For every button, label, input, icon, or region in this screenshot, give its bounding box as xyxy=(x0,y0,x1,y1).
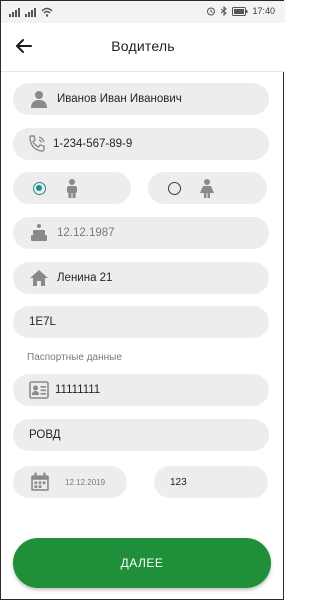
status-time: 17:40 xyxy=(252,6,275,16)
phone-icon xyxy=(29,135,45,152)
passport-number-field[interactable]: 11111111 xyxy=(13,374,269,406)
full-name-value: Иванов Иван Иванович xyxy=(57,93,182,105)
passport-number-value: 11111111 xyxy=(55,384,101,396)
alarm-icon xyxy=(207,7,216,16)
issued-by-field[interactable]: РОВД xyxy=(13,419,269,451)
status-left xyxy=(9,7,53,17)
wifi-icon xyxy=(41,7,53,17)
gender-male-option[interactable] xyxy=(13,172,131,204)
id-card-icon xyxy=(29,381,49,399)
code-field[interactable]: 1E7L xyxy=(13,306,269,338)
next-button-label: ДАЛЕЕ xyxy=(120,556,164,570)
status-right: 17:40 xyxy=(206,6,275,16)
signal-icon xyxy=(9,8,20,17)
gender-female-option[interactable] xyxy=(148,172,267,204)
issue-code-value: 123 xyxy=(170,476,187,488)
phone-value: 1-234-567-89-9 xyxy=(53,138,133,150)
full-name-field[interactable]: Иванов Иван Иванович xyxy=(13,83,269,115)
issue-date-value: 12.12.2019 xyxy=(65,477,106,487)
code-value: 1E7L xyxy=(29,316,56,328)
address-value: Ленина 21 xyxy=(57,272,113,284)
battery-icon xyxy=(232,6,248,16)
issue-date-field[interactable]: 12.12.2019 xyxy=(13,466,127,498)
female-radio[interactable] xyxy=(168,181,181,195)
signal-icon-2 xyxy=(25,8,36,17)
issue-code-field[interactable]: 123 xyxy=(154,466,268,498)
female-icon xyxy=(200,179,214,198)
birth-date-field[interactable]: 12.12.1987 xyxy=(13,217,269,249)
page-title: Водитель xyxy=(111,38,175,54)
bluetooth-icon xyxy=(221,6,228,16)
passport-section-label: Паспортные данные xyxy=(27,352,122,363)
address-field[interactable]: Ленина 21 xyxy=(13,262,269,294)
user-icon xyxy=(31,91,47,108)
home-icon xyxy=(30,270,48,286)
app-bar: Водитель xyxy=(1,23,285,72)
next-button[interactable]: ДАЛЕЕ xyxy=(13,538,271,588)
status-bar: 17:40 xyxy=(1,1,285,23)
cake-icon xyxy=(31,224,47,241)
birth-date-value: 12.12.1987 xyxy=(57,227,115,239)
male-icon xyxy=(67,179,77,198)
phone-field[interactable]: 1-234-567-89-9 xyxy=(13,128,269,160)
calendar-icon xyxy=(31,472,49,491)
male-radio[interactable] xyxy=(33,181,46,195)
issued-by-value: РОВД xyxy=(29,429,61,441)
